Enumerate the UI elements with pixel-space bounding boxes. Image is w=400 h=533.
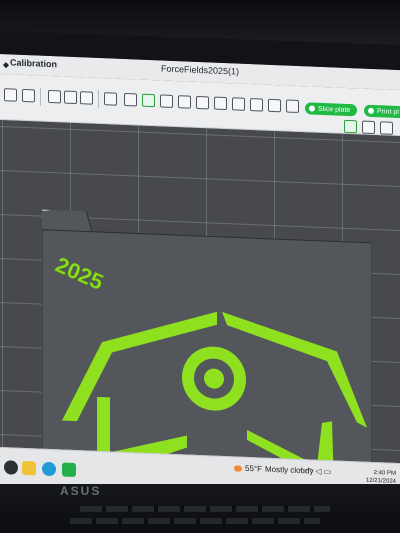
scale-icon[interactable] (160, 94, 173, 108)
cut-icon[interactable] (196, 95, 209, 110)
cloud-icon (234, 464, 242, 472)
laptop-screen: ◆ Calibration ForceFields2025(1) Slice p… (0, 54, 400, 501)
slice-plate-label: Slice plate (318, 105, 351, 114)
key-row (70, 518, 320, 524)
list-icon[interactable] (80, 91, 93, 105)
view-icon[interactable] (380, 121, 393, 135)
file-explorer-icon[interactable] (22, 460, 36, 476)
3d-viewport[interactable]: 2025 (0, 120, 400, 467)
move-icon[interactable] (124, 92, 137, 107)
toolbar-divider (98, 89, 99, 108)
print-plate-button[interactable]: Print pl (364, 104, 400, 119)
print-plate-label: Print pl (377, 107, 399, 116)
import-icon[interactable] (4, 88, 17, 102)
laptop-brand: ASUS (60, 484, 102, 498)
copy-icon[interactable] (48, 89, 61, 104)
search-icon[interactable] (4, 460, 18, 475)
model-preview: 2025 (42, 209, 372, 467)
battery-icon[interactable]: ▭ (324, 467, 332, 476)
measure-icon[interactable] (344, 119, 357, 134)
paste-icon[interactable] (64, 90, 77, 105)
slice-icon (309, 105, 315, 112)
arrange-icon[interactable] (214, 96, 227, 111)
key-row (80, 506, 330, 512)
text-tool-icon[interactable] (286, 99, 299, 114)
toolbar-divider (40, 87, 41, 106)
rotate-icon[interactable] (142, 93, 155, 108)
lay-flat-icon[interactable] (178, 95, 191, 109)
system-tray: ^ ◠ ◁ ▭ (300, 466, 331, 476)
paint-icon[interactable] (104, 92, 117, 106)
seam-icon[interactable] (268, 98, 281, 113)
orient-icon[interactable] (232, 97, 245, 111)
volume-icon[interactable]: ◁ (315, 467, 321, 476)
assembly-icon[interactable] (362, 120, 375, 135)
grid-icon[interactable] (22, 88, 35, 103)
edge-icon[interactable] (42, 461, 56, 477)
slice-plate-button[interactable]: Slice plate (305, 102, 357, 117)
print-icon (368, 107, 374, 115)
wifi-icon[interactable]: ◠ (306, 466, 313, 475)
support-icon[interactable] (250, 98, 263, 112)
chevron-up-icon[interactable]: ^ (300, 466, 304, 475)
weather-temp: 55°F (245, 463, 262, 474)
slicer-app-icon[interactable] (62, 462, 76, 478)
